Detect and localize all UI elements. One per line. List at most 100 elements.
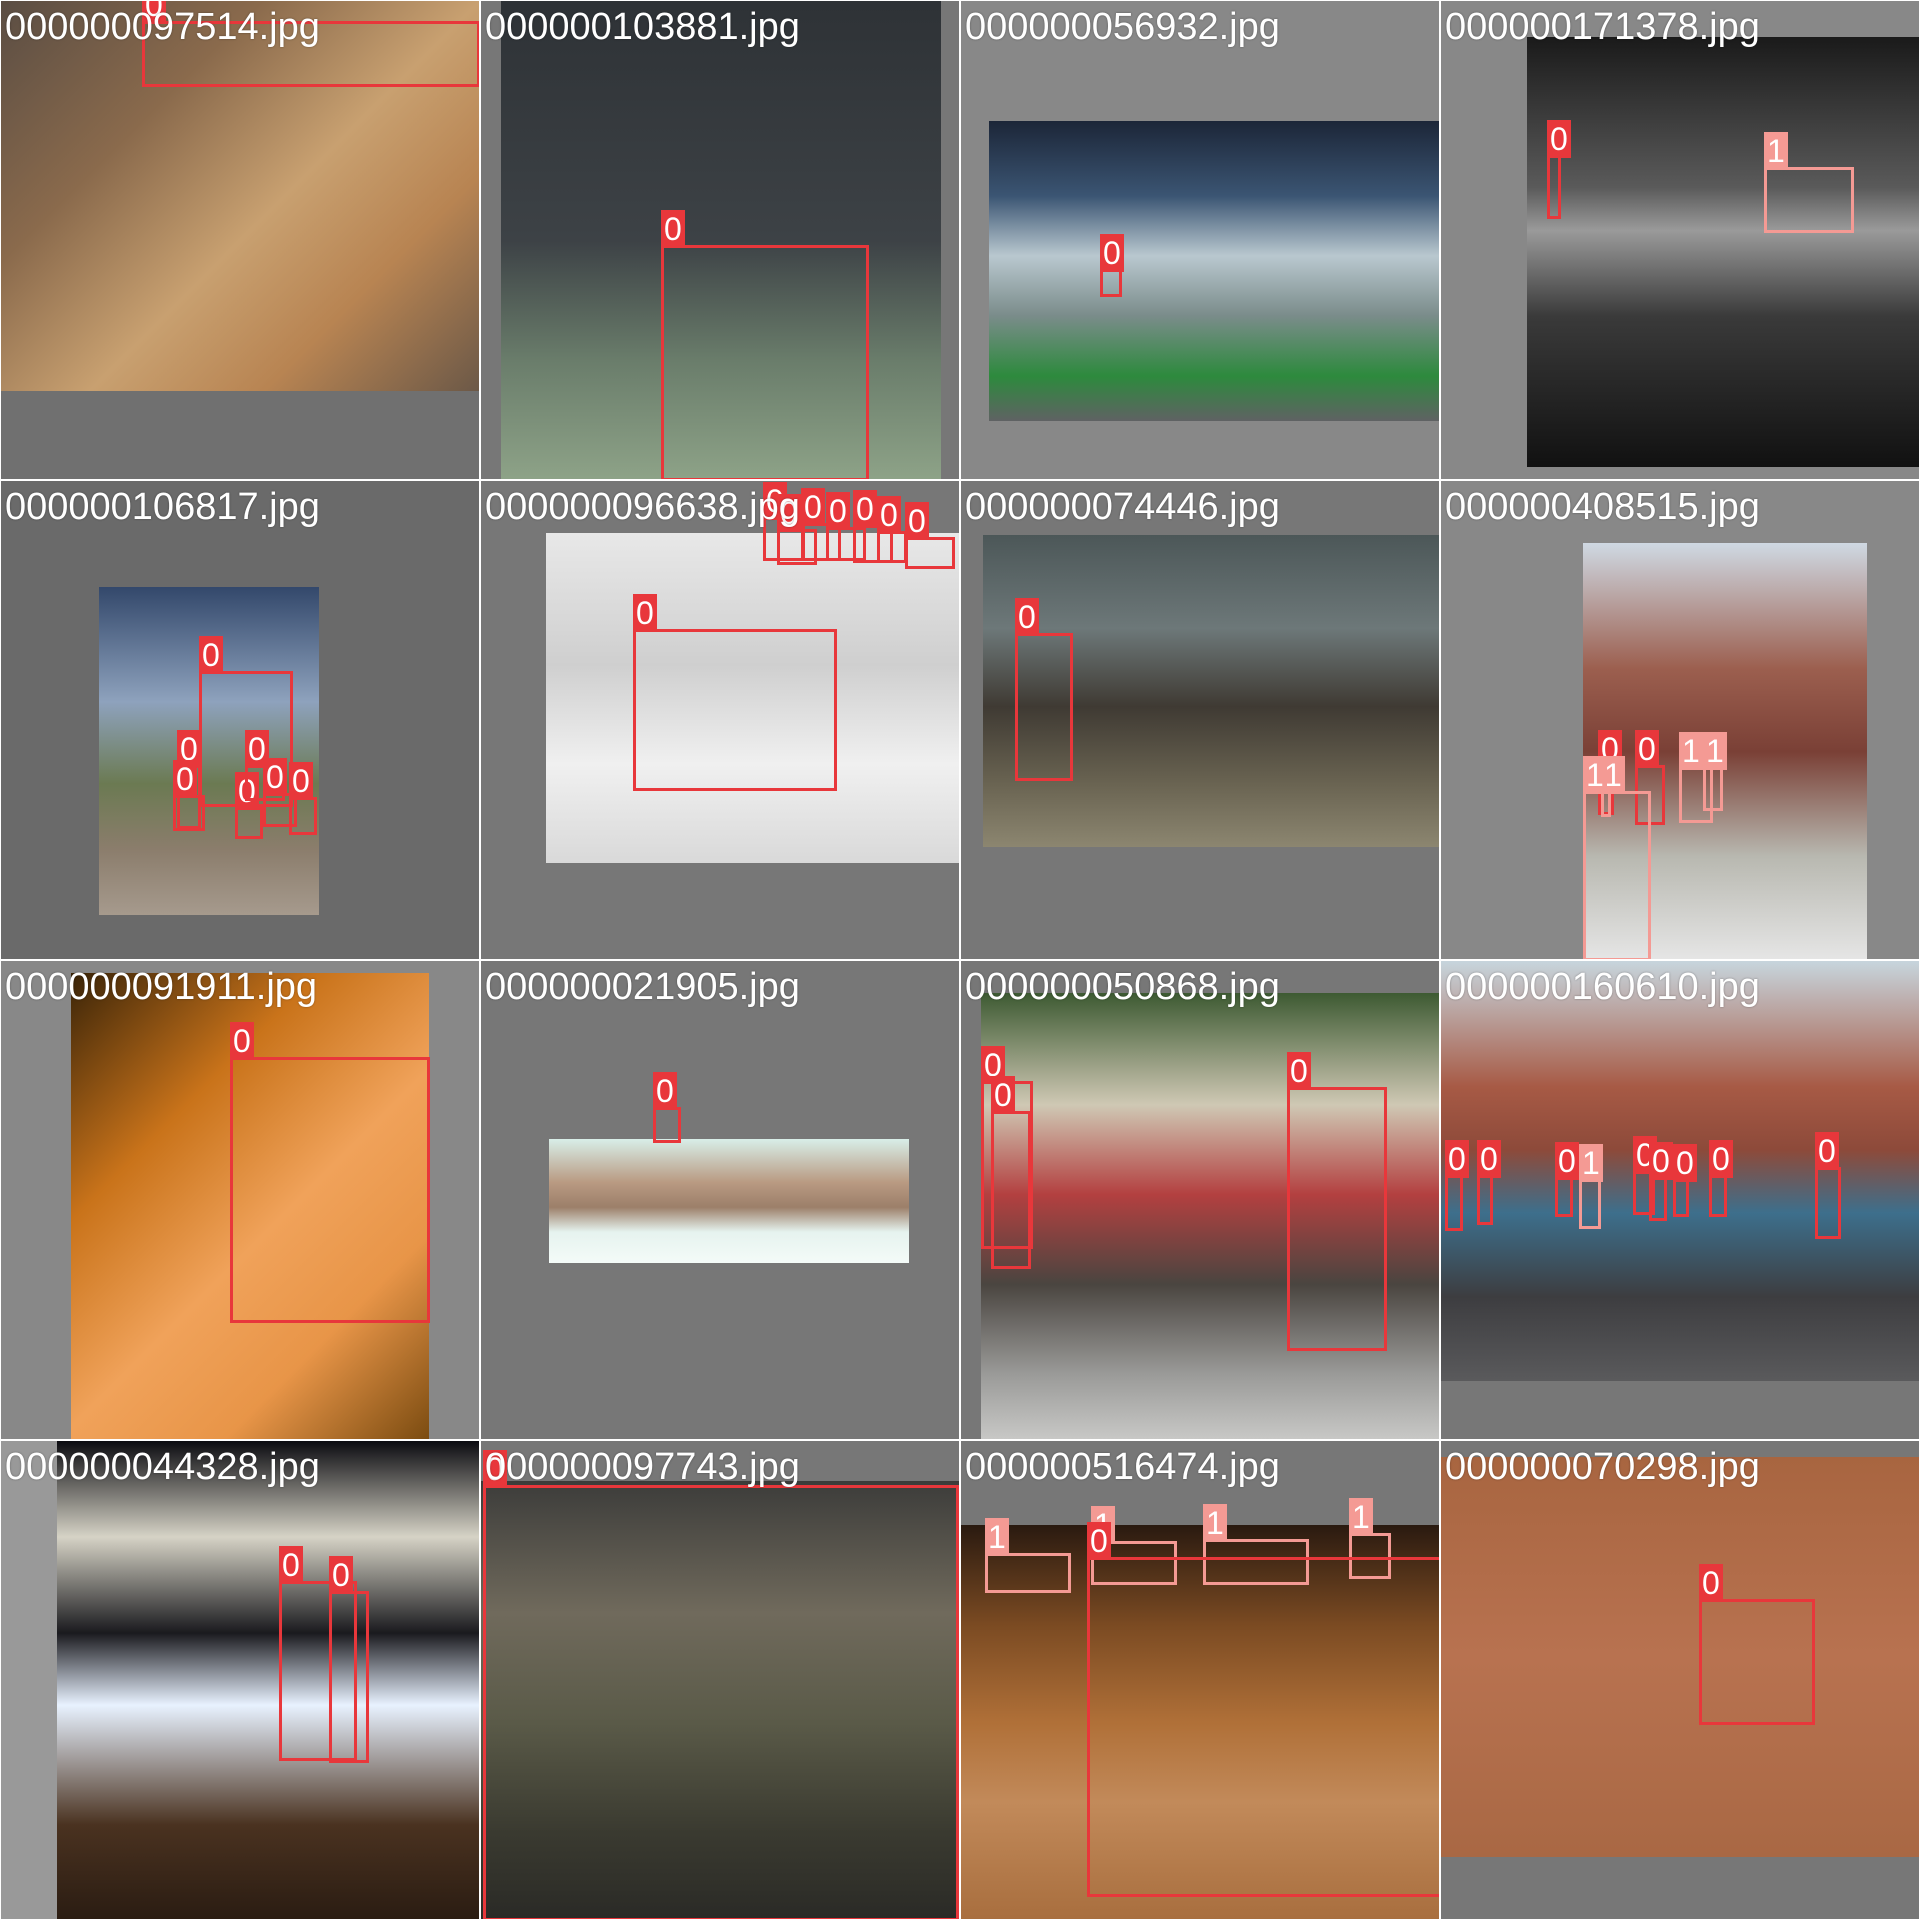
tile-filename: 000000091911.jpg [5,966,318,1008]
tile-filename: 000000070298.jpg [1445,1446,1760,1488]
detection-box: 0 [230,1022,430,1323]
tile-filename: 000000044328.jpg [5,1446,320,1488]
mosaic-tile: 110110000000516474.jpg [960,1440,1440,1920]
tile-filename: 000000097743.jpg [485,1446,800,1488]
detection-box: 1 [985,1518,1071,1593]
detection-box: 0 [991,1076,1031,1269]
mosaic-tile: 0 0 000000044328.jpg [0,1440,480,1920]
detection-label: 0 [1477,1140,1501,1178]
tile-photo [57,1441,479,1919]
detection-label: 1 [1679,732,1703,770]
mosaic-tile: 0 000000097743.jpg [480,1440,960,1920]
detection-label: 0 [826,492,850,530]
detection-label: 0 [1699,1564,1723,1602]
detection-label: 0 [1635,730,1659,768]
mosaic-tile: 0 000000056932.jpg [960,0,1440,480]
detection-label: 1 [1579,1144,1603,1182]
detection-label: 0 [1087,1522,1111,1560]
mosaic-tile: 0 0 0 000000050868.jpg [960,960,1440,1440]
tile-photo [989,121,1439,421]
tile-filename: 000000103881.jpg [485,6,800,48]
detection-box: 0 [1477,1140,1501,1225]
detection-box: 0 [235,772,263,839]
detection-label: 0 [1287,1052,1311,1090]
detection-box: 0 [329,1556,369,1763]
tile-photo [1441,1457,1919,1857]
detection-label: 0 [1555,1142,1579,1180]
detection-label: 0 [1709,1140,1733,1178]
detection-label: 0 [263,758,287,796]
detection-box: 0 [1445,1140,1469,1231]
detection-label: 0 [905,502,929,540]
detection-label: 0 [1673,1144,1697,1182]
detection-label: 0 [633,594,657,632]
detection-box: 1 [1579,1144,1603,1229]
tile-filename: 000000106817.jpg [5,486,320,528]
tile-photo [549,1139,909,1263]
detection-label: 0 [329,1556,353,1594]
mosaic-tile: 0 000000021905.jpg [480,960,960,1440]
detection-label: 0 [1445,1140,1469,1178]
detection-label: 0 [1100,234,1124,272]
detection-box: 0 [905,502,955,569]
detection-box: 0 [877,496,907,563]
detection-label: 1 [1703,732,1727,770]
detection-label: 0 [1015,598,1039,636]
detection-label: 0 [199,636,223,674]
mosaic-grid: 0 000000097514.jpg 0 000000103881.jpg 0 00000… [0,0,1920,1920]
detection-label: 0 [1547,120,1571,158]
detection-box: 0 [483,1450,959,1919]
tile-filename: 000000056932.jpg [965,6,1280,48]
detection-box: 0 [1555,1142,1579,1217]
detection-label: 0 [653,1072,677,1110]
tile-filename: 000000050868.jpg [965,966,1280,1008]
detection-box: 0 [1100,234,1124,297]
detection-box: 0 [1287,1052,1387,1351]
detection-box: 0 [1547,120,1571,219]
detection-box: 0 [1649,1142,1673,1221]
tile-filename: 000000096638.jpg [485,486,800,528]
detection-label: 1 [1583,756,1607,794]
detection-label: 0 [173,760,197,798]
detection-label: 1 [985,1518,1009,1556]
detection-label: 0 [991,1076,1015,1114]
detection-label: 0 [801,488,825,526]
detection-label: 1 [1764,132,1788,170]
tile-filename: 000000097514.jpg [5,6,320,48]
tile-filename: 000000408515.jpg [1445,486,1760,528]
detection-label: 0 [1649,1142,1673,1180]
detection-box: 0 [1673,1144,1697,1217]
mosaic-tile: 0 000000091911.jpg [0,960,480,1440]
tile-filename: 000000074446.jpg [965,486,1280,528]
mosaic-tile: 0 1 000000171378.jpg [1440,0,1920,480]
mosaic-tile: 0 0 0 0 0 0 0 000000106817.jpg [0,480,480,960]
mosaic-tile: 0 0 1 1 1 1 000000408515.jpg [1440,480,1920,960]
detection-label: 0 [289,762,313,800]
tile-filename: 000000516474.jpg [965,1446,1280,1488]
detection-label: 0 [230,1022,254,1060]
detection-label: 0 [1815,1132,1839,1170]
detection-label: 0 [877,496,901,534]
detection-label: 1 [1349,1498,1373,1536]
detection-label: 0 [853,490,877,528]
detection-box: 0 [289,762,317,835]
detection-box: 0 [1709,1140,1733,1217]
tile-photo [1527,37,1919,467]
detection-label: 1 [1203,1504,1227,1542]
detection-box: 0 [173,760,205,831]
detection-box: 0 [1815,1132,1841,1239]
tile-filename: 000000160610.jpg [1445,966,1760,1008]
detection-box: 0 [1699,1564,1815,1725]
mosaic-tile: 0 000000070298.jpg [1440,1440,1920,1920]
detection-label: 0 [661,210,685,248]
mosaic-tile: 0 0 0 0 0 0 0 0 000000096638.jpg [480,480,960,960]
detection-box: 1 [1764,132,1854,233]
detection-box: 0 [1087,1522,1439,1897]
detection-box: 0 [1015,598,1073,781]
detection-box: 0 [633,594,837,791]
detection-box: 0 [653,1072,681,1143]
tile-filename: 000000021905.jpg [485,966,800,1008]
detection-label: 0 [279,1546,303,1584]
detection-box: 1 [1583,756,1651,959]
mosaic-tile: 0 000000097514.jpg [0,0,480,480]
